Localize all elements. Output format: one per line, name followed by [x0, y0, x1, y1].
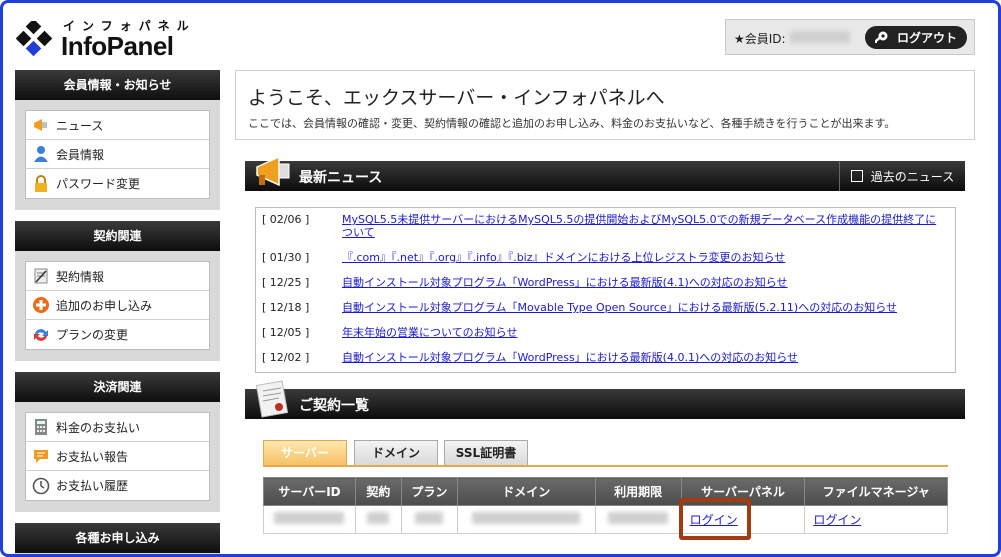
tab-ssl[interactable]: SSL証明書 — [444, 440, 528, 465]
sidebar-list: 料金のお支払い お支払い報告 お支払い履歴 — [25, 412, 210, 501]
redacted-value — [274, 512, 345, 524]
plus-icon — [32, 296, 50, 314]
sidebar-item-label: 料金のお支払い — [56, 420, 141, 435]
news-link[interactable]: 自動インストール対象プログラム「WordPress」における最新版(4.0.1)… — [342, 351, 946, 364]
sidebar-item-plan-change[interactable]: プランの変更 — [26, 320, 209, 349]
sidebar-item-news[interactable]: ニュース — [26, 111, 209, 140]
news-link[interactable]: 年末年始の営業についてのお知らせ — [342, 326, 946, 339]
table-header-row: サーバーID 契約 プラン ドメイン 利用期限 サーバーパネル ファイルマネージ… — [263, 477, 948, 506]
highlight-box — [679, 498, 751, 540]
news-date: [ 02/06 ] — [262, 213, 310, 226]
logo-diamond-icon — [15, 21, 53, 57]
sidebar-item-label: プランの変更 — [56, 328, 129, 342]
sidebar-item-password-change[interactable]: パスワード変更 — [26, 169, 209, 198]
clock-icon — [32, 477, 50, 495]
column-header: 契約 — [354, 477, 402, 506]
lock-icon — [32, 174, 50, 193]
refresh-icon — [32, 326, 50, 344]
column-header: ファイルマネージャ — [804, 477, 948, 506]
sidebar-item-payment-history[interactable]: お支払い履歴 — [26, 471, 209, 500]
contracts-title: ご契約一覧 — [299, 398, 369, 414]
logout-label: ログアウト — [897, 31, 958, 45]
plan-cell — [400, 505, 458, 534]
sidebar-section-contract: 契約関連 契約情報 追加のお申し込み プランの変更 — [15, 221, 220, 361]
tab-underline — [263, 465, 948, 467]
news-link[interactable]: MySQL5.5未提供サーバーにおけるMySQL5.5の提供開始およびMySQL… — [342, 213, 946, 239]
news-date: [ 12/18 ] — [262, 301, 310, 314]
past-news-label: 過去のニュース — [870, 169, 955, 184]
sidebar-section-applications: 各種お申し込み — [15, 523, 220, 554]
file-manager-cell: ログイン — [804, 505, 948, 534]
window-frame: インフォパネル InfoPanel ★会員ID: ログアウト 会員情報・お知らせ… — [0, 0, 1001, 557]
sidebar-item-label: お支払い履歴 — [56, 479, 129, 493]
sidebar-list: ニュース 会員情報 パスワード変更 — [25, 110, 210, 199]
redacted-value — [367, 512, 390, 524]
contracts-table: サーバーID 契約 プラン ドメイン 利用期限 サーバーパネル ファイルマネージ… — [263, 477, 948, 534]
sidebar-item-member-info[interactable]: 会員情報 — [26, 140, 209, 169]
sidebar-item-label: お支払い報告 — [56, 449, 129, 464]
sidebar-item-contract-info[interactable]: 契約情報 — [26, 262, 209, 291]
news-date: [ 12/05 ] — [262, 326, 310, 339]
news-date: [ 12/25 ] — [262, 276, 310, 289]
sidebar-item-payment-report[interactable]: お支払い報告 — [26, 442, 209, 471]
sidebar-section-title: 決済関連 — [15, 372, 220, 402]
member-id-label: ★会員ID: — [734, 32, 786, 46]
sidebar-section-title: 契約関連 — [15, 221, 220, 251]
redacted-value — [415, 512, 444, 524]
logo[interactable]: インフォパネル InfoPanel — [13, 15, 203, 61]
past-news-button[interactable]: 過去のニュース — [839, 161, 965, 191]
sidebar-item-label: 追加のお申し込み — [56, 298, 153, 313]
news-link[interactable]: 自動インストール対象プログラム「Movable Type Open Source… — [342, 301, 946, 314]
logout-button[interactable]: ログアウト — [865, 26, 967, 49]
sidebar-item-label: 契約情報 — [56, 269, 105, 284]
server-id-cell — [263, 505, 356, 534]
welcome-title: ようこそ、エックスサーバー・インフォパネルへ — [248, 87, 665, 109]
sidebar-item-additional-order[interactable]: 追加のお申し込み — [26, 291, 209, 320]
news-date: [ 01/30 ] — [262, 251, 310, 264]
megaphone-icon — [32, 116, 50, 134]
logo-name: InfoPanel — [61, 31, 174, 61]
certificate-icon — [255, 380, 289, 418]
member-id-value-redacted — [790, 31, 850, 43]
person-icon — [32, 145, 50, 163]
news-date: [ 12/02 ] — [262, 351, 310, 364]
sidebar-section-member-news: 会員情報・お知らせ ニュース 会員情報 パスワード変更 — [15, 70, 220, 210]
domain-cell — [456, 505, 596, 534]
tab-domain[interactable]: ドメイン — [354, 440, 438, 465]
sidebar-item-label: パスワード変更 — [56, 177, 141, 191]
welcome-panel: ようこそ、エックスサーバー・インフォパネルへ ここでは、会員情報の確認・変更、契… — [235, 70, 975, 140]
sidebar-section-title[interactable]: 各種お申し込み — [15, 523, 220, 553]
news-list: [ 02/06 ] MySQL5.5未提供サーバーにおけるMySQL5.5の提供… — [255, 207, 956, 373]
megaphone-icon — [256, 155, 290, 187]
tab-server[interactable]: サーバー — [263, 440, 347, 465]
sidebar-item-label: 会員情報 — [56, 147, 105, 162]
contract-cell — [354, 505, 402, 534]
column-header: サーバーID — [263, 477, 356, 506]
redacted-value — [608, 512, 669, 524]
sidebar-section-payment: 決済関連 料金のお支払い お支払い報告 お支払い履歴 — [15, 372, 220, 512]
expiry-cell — [594, 505, 682, 534]
sidebar-list: 契約情報 追加のお申し込み プランの変更 — [25, 261, 210, 350]
column-header: プラン — [400, 477, 458, 506]
calculator-icon — [32, 418, 50, 436]
contracts-header-bar: ご契約一覧 — [245, 380, 965, 419]
column-header: 利用期限 — [594, 477, 682, 506]
sidebar-section-title: 会員情報・お知らせ — [15, 70, 220, 100]
welcome-description: ここでは、会員情報の確認・変更、契約情報の確認と追加のお申し込み、料金のお支払い… — [248, 117, 896, 130]
news-link[interactable]: 『.com』『.net』『.org』『.info』『.biz』ドメインにおける上… — [342, 251, 946, 264]
file-manager-login-link[interactable]: ログイン — [813, 513, 861, 527]
member-box: ★会員ID: ログアウト — [725, 19, 975, 55]
news-link[interactable]: 自動インストール対象プログラム「WordPress」における最新版(4.1)への… — [342, 276, 946, 289]
column-header: ドメイン — [456, 477, 596, 506]
sidebar-item-payment[interactable]: 料金のお支払い — [26, 413, 209, 442]
key-icon — [875, 31, 888, 43]
sidebar-item-label: ニュース — [56, 118, 104, 133]
redacted-value — [472, 512, 581, 524]
news-header-bar: 最新ニュース 過去のニュース — [245, 155, 965, 191]
arrow-box-icon — [850, 170, 863, 182]
chat-icon — [32, 447, 50, 465]
table-row: ログイン ログイン — [263, 505, 948, 534]
news-title: 最新ニュース — [299, 170, 383, 186]
contract-icon — [32, 267, 50, 285]
